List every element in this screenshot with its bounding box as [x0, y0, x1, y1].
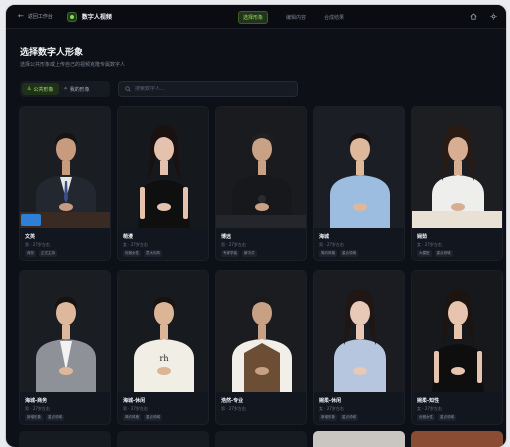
avatar-tag: 重点领域	[434, 250, 453, 257]
top-bar: ← 返回工作台 数字人视频 选择形象 编辑内容 合成结果	[6, 5, 506, 29]
avatar-tags: 大模型 重点领域	[417, 250, 456, 257]
avatar-name: 浩然-专业	[221, 398, 244, 404]
avatar-name: 文英	[25, 234, 36, 240]
avatar-meta: 男 · 27岁左右	[123, 406, 148, 411]
avatar-card[interactable]: 婉柔-休闲女 · 27岁左右 新增形象 重点领域	[313, 270, 405, 425]
avatar-tags: 专家学者 新中式	[221, 250, 260, 257]
avatar-thumbnail	[412, 271, 502, 392]
avatar-name: 萌漫	[123, 234, 134, 240]
tab-my-label: 我的形象	[69, 86, 90, 93]
search-box	[118, 81, 298, 97]
avatar-tag: 重点领域	[438, 414, 456, 421]
avatar-tag: 专家学者	[221, 250, 239, 257]
avatar-tags: 商务 正式主持	[25, 250, 60, 257]
page-subtitle: 选择公共形象或上传自己的视频克隆专属数字人	[20, 62, 126, 68]
app-logo-icon	[66, 11, 77, 22]
avatar-name: 海城	[319, 234, 330, 240]
avatar-tags: 优雅女性 重点领域	[417, 414, 459, 421]
selected-badge-icon	[21, 214, 41, 226]
avatar-name: 海城-商务	[25, 398, 48, 404]
search-input[interactable]	[135, 86, 285, 92]
avatar-tag: 简约风格	[123, 414, 141, 421]
avatar-name: 婉柔-休闲	[319, 398, 342, 404]
avatar-tag: 商务	[25, 250, 36, 257]
avatar-tag: 意大利风	[144, 250, 162, 257]
avatar-tag: 重点领域	[144, 414, 162, 421]
avatar-thumbnail	[20, 271, 110, 392]
step-indicator: 选择形象 编辑内容 合成结果	[238, 11, 362, 24]
avatar-meta: 男 · 27岁左右	[25, 242, 50, 247]
back-button[interactable]: ← 返回工作台	[18, 12, 53, 21]
avatar-thumbnail	[314, 271, 404, 392]
sparkle-icon: ✧	[63, 86, 68, 92]
settings-icon[interactable]	[488, 11, 498, 21]
avatar-thumbnail	[118, 107, 208, 228]
avatar-card[interactable]: 萌漫女 · 27岁左右 优雅女性 意大利风	[117, 106, 209, 261]
avatar-card-partial[interactable]	[19, 431, 111, 447]
avatar-tag: 优雅女性	[417, 414, 435, 421]
avatar-source-tabs: ♙ 公共形象 ✧ 我的形象	[20, 81, 110, 97]
avatar-meta: 女 · 27岁左右	[123, 242, 148, 247]
app-title: 数字人视频	[81, 14, 112, 21]
avatar-tag: 新增形象	[319, 414, 337, 421]
avatar-tags: 简约风格 重点领域	[123, 414, 165, 421]
avatar-card[interactable]: 娴茹女 · 27岁左右 大模型 重点领域	[411, 106, 503, 261]
avatar-tags: 新增形象 重点领域	[25, 414, 67, 421]
avatar-tag: 重点领域	[340, 250, 358, 257]
person-icon: ♙	[27, 86, 32, 92]
avatar-card-partial[interactable]	[117, 431, 209, 447]
avatar-thumbnail	[216, 271, 306, 392]
step-select-avatar[interactable]: 选择形象	[238, 11, 269, 24]
avatar-tags: 优雅女性 意大利风	[123, 250, 165, 257]
avatar-tag: 新中式	[242, 250, 257, 257]
avatar-tags: 简约风格 重点领域	[319, 250, 361, 257]
search-icon	[125, 86, 131, 92]
avatar-tag: 简约风格	[319, 250, 337, 257]
avatar-tag: 重点领域	[46, 414, 64, 421]
avatar-tag: 大模型	[417, 250, 432, 257]
avatar-card[interactable]: 海城男 · 27岁左右 简约风格 重点领域	[313, 106, 405, 261]
avatar-thumbnail	[216, 107, 306, 228]
avatar-tag: 正式主持	[39, 250, 57, 257]
avatar-name: 博远	[221, 234, 232, 240]
avatar-card[interactable]: 海城-商务男 · 27岁左右 新增形象 重点领域	[19, 270, 111, 425]
tab-public-label: 公共形象	[33, 86, 54, 93]
avatar-card-partial[interactable]	[215, 431, 307, 447]
avatar-card[interactable]: rh 海城-休闲男 · 27岁左右 简约风格 重点领域	[117, 270, 209, 425]
step-edit-content[interactable]: 编辑内容	[286, 14, 306, 21]
avatar-thumbnail	[314, 107, 404, 228]
avatar-name: 娴茹	[417, 234, 428, 240]
avatar-card[interactable]: 博远男 · 27岁左右 专家学者 新中式	[215, 106, 307, 261]
avatar-card[interactable]: 浩然-专业男 · 27岁左右	[215, 270, 307, 425]
page-title: 选择数字人形象	[20, 48, 84, 58]
avatar-card[interactable]: 婉柔-知性女 · 27岁左右 优雅女性 重点领域	[411, 270, 503, 425]
home-icon[interactable]	[468, 11, 478, 21]
avatar-tag: 优雅女性	[123, 250, 141, 257]
avatar-card-partial[interactable]	[411, 431, 503, 447]
step-result[interactable]: 合成结果	[324, 14, 344, 21]
app-window: ← 返回工作台 数字人视频 选择形象 编辑内容 合成结果 选择数字人形象 选择公…	[6, 5, 506, 447]
back-label: 返回工作台	[27, 14, 53, 20]
arrow-left-icon: ←	[18, 12, 24, 20]
avatar-thumbnail	[20, 107, 110, 228]
avatar-tag: 重点领域	[340, 414, 358, 421]
avatar-meta: 男 · 27岁左右	[221, 242, 246, 247]
avatar-meta: 女 · 27岁左右	[319, 406, 344, 411]
avatar-thumbnail: rh	[118, 271, 208, 392]
svg-text:rh: rh	[160, 354, 169, 363]
avatar-meta: 男 · 27岁左右	[221, 406, 246, 411]
avatar-name: 海城-休闲	[123, 398, 146, 404]
tab-my-avatars[interactable]: ✧ 我的形象	[59, 83, 95, 95]
avatar-tag: 新增形象	[25, 414, 43, 421]
avatar-tags: 新增形象 重点领域	[319, 414, 361, 421]
avatar-meta: 男 · 27岁左右	[25, 406, 50, 411]
avatar-card-partial[interactable]	[313, 431, 405, 447]
avatar-card[interactable]: 文英男 · 27岁左右 商务 正式主持	[19, 106, 111, 261]
avatar-name: 婉柔-知性	[417, 398, 440, 404]
avatar-meta: 男 · 27岁左右	[319, 242, 344, 247]
tab-public-avatars[interactable]: ♙ 公共形象	[22, 83, 59, 95]
avatar-meta: 女 · 27岁左右	[417, 242, 442, 247]
avatar-thumbnail	[412, 107, 502, 228]
avatar-meta: 女 · 27岁左右	[417, 406, 442, 411]
